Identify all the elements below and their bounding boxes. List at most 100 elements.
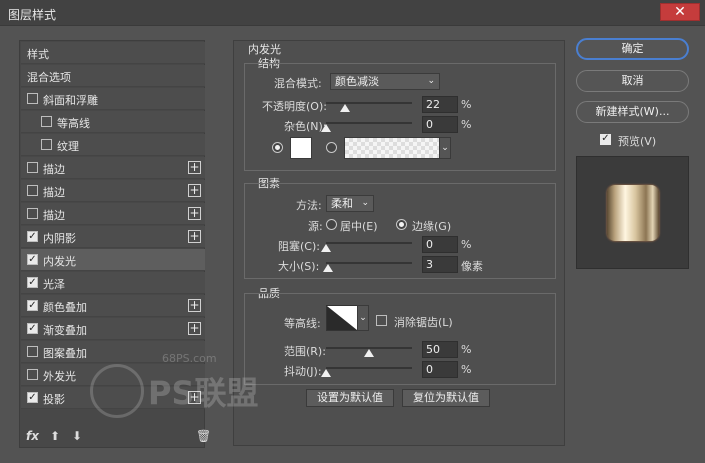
style-item[interactable]: 样式 (21, 42, 205, 64)
opacity-slider-track[interactable] (326, 102, 412, 104)
glow-color-swatch[interactable] (290, 137, 312, 159)
new-style-button[interactable]: 新建样式(W)... (576, 101, 689, 123)
cancel-button[interactable]: 取消 (576, 70, 689, 92)
add-icon[interactable]: + (188, 184, 201, 197)
style-checkbox[interactable]: ✓ (27, 392, 38, 403)
style-item-label: 等高线 (57, 117, 90, 130)
style-checkbox[interactable] (27, 208, 38, 219)
size-slider-thumb[interactable] (322, 264, 333, 272)
watermark-logo-icon (90, 364, 144, 418)
opacity-slider-thumb[interactable] (339, 104, 350, 112)
style-item[interactable]: 描边 + (21, 157, 205, 179)
style-checkbox[interactable]: ✓ (27, 254, 38, 265)
style-item[interactable]: ✓ 内阴影 + (21, 226, 205, 248)
preview-label: 预览(V) (618, 135, 657, 148)
chevron-down-icon[interactable]: ⌄ (439, 137, 451, 159)
style-item-label: 描边 (43, 186, 65, 199)
watermark-site: 68PS.com (162, 352, 217, 365)
contour-label: 等高线: (284, 317, 321, 330)
style-item-label: 纹理 (57, 140, 79, 153)
style-item[interactable]: 描边 + (21, 180, 205, 202)
gradient-radio[interactable] (326, 142, 337, 153)
source-edge-label: 边缘(G) (412, 220, 452, 233)
style-item[interactable]: ✓ 颜色叠加 + (21, 295, 205, 317)
style-item-label: 颜色叠加 (43, 301, 87, 314)
fx-icon[interactable]: fx (26, 429, 39, 443)
opacity-label: 不透明度(O): (262, 100, 327, 113)
choke-input[interactable]: 0 (422, 236, 458, 253)
style-item-label: 光泽 (43, 278, 65, 291)
source-center-radio[interactable] (326, 219, 337, 230)
style-checkbox[interactable] (27, 93, 38, 104)
trash-icon[interactable]: 🗑 (196, 429, 211, 443)
move-up-icon[interactable]: ⬆ (50, 429, 60, 443)
choke-label: 阻塞(C): (278, 240, 320, 253)
contour-curve-icon (327, 306, 357, 330)
style-item[interactable]: 等高线 (21, 111, 205, 133)
jitter-slider-track[interactable] (326, 367, 412, 369)
add-icon[interactable]: + (188, 207, 201, 220)
ok-button[interactable]: 确定 (576, 38, 689, 60)
add-icon[interactable]: + (188, 299, 201, 312)
blend-mode-select[interactable]: 颜色减淡 ⌄ (330, 73, 440, 90)
choke-slider-thumb[interactable] (321, 244, 331, 252)
style-item-label: 混合选项 (27, 71, 71, 84)
style-item-label: 样式 (27, 48, 49, 61)
opacity-input[interactable]: 22 (422, 96, 458, 113)
style-checkbox[interactable] (27, 346, 38, 357)
glow-gradient-swatch[interactable] (344, 137, 440, 159)
style-checkbox[interactable]: ✓ (27, 231, 38, 242)
add-icon[interactable]: + (188, 230, 201, 243)
jitter-slider-thumb[interactable] (321, 369, 331, 377)
noise-input[interactable]: 0 (422, 116, 458, 133)
chevron-down-icon[interactable]: ⌄ (357, 305, 369, 331)
range-slider-thumb[interactable] (364, 349, 374, 357)
source-edge-radio[interactable] (396, 219, 407, 230)
style-checkbox[interactable]: ✓ (27, 300, 38, 311)
style-item[interactable]: ✓ 内发光 (21, 249, 205, 271)
style-item-label: 外发光 (43, 370, 76, 383)
add-icon[interactable]: + (188, 322, 201, 335)
style-checkbox[interactable]: ✓ (27, 277, 38, 288)
style-checkbox[interactable] (27, 185, 38, 196)
style-checkbox[interactable]: ✓ (27, 323, 38, 334)
source-label: 源: (308, 220, 323, 233)
add-icon[interactable]: + (188, 161, 201, 174)
color-radio[interactable] (272, 142, 283, 153)
noise-slider-thumb[interactable] (321, 124, 331, 132)
range-input[interactable]: 50 (422, 341, 458, 358)
set-default-button[interactable]: 设置为默认值 (306, 389, 394, 407)
style-item[interactable]: ✓ 渐变叠加 + (21, 318, 205, 340)
move-down-icon[interactable]: ⬇ (72, 429, 82, 443)
title-bar: 图层样式 ✕ (0, 0, 705, 26)
style-item-label: 渐变叠加 (43, 324, 87, 337)
method-value: 柔和 (331, 197, 353, 210)
style-checkbox[interactable] (41, 116, 52, 127)
contour-picker[interactable] (326, 305, 358, 331)
close-icon[interactable]: ✕ (660, 3, 700, 21)
style-item[interactable]: 斜面和浮雕 (21, 88, 205, 110)
size-slider-track[interactable] (326, 262, 412, 264)
antialias-checkbox[interactable] (376, 315, 387, 326)
style-checkbox[interactable] (27, 162, 38, 173)
jitter-input[interactable]: 0 (422, 361, 458, 378)
size-input[interactable]: 3 (422, 256, 458, 273)
style-checkbox[interactable] (27, 369, 38, 380)
style-checkbox[interactable] (41, 139, 52, 150)
range-label: 范围(R): (284, 345, 326, 358)
choke-slider-track[interactable] (326, 242, 412, 244)
preview-checkbox[interactable]: ✓ (600, 134, 611, 145)
style-item[interactable]: 混合选项 (21, 65, 205, 87)
size-label: 大小(S): (278, 260, 320, 273)
noise-slider-track[interactable] (326, 122, 412, 124)
blend-mode-value: 颜色减淡 (335, 75, 379, 88)
style-item-label: 斜面和浮雕 (43, 94, 98, 107)
style-item[interactable]: 描边 + (21, 203, 205, 225)
style-item-label: 描边 (43, 209, 65, 222)
style-item[interactable]: ✓ 光泽 (21, 272, 205, 294)
style-item-label: 内发光 (43, 255, 76, 268)
style-item[interactable]: 纹理 (21, 134, 205, 156)
size-unit: 像素 (461, 260, 483, 273)
reset-default-button[interactable]: 复位为默认值 (402, 389, 490, 407)
method-select[interactable]: 柔和 ⌄ (326, 195, 374, 212)
